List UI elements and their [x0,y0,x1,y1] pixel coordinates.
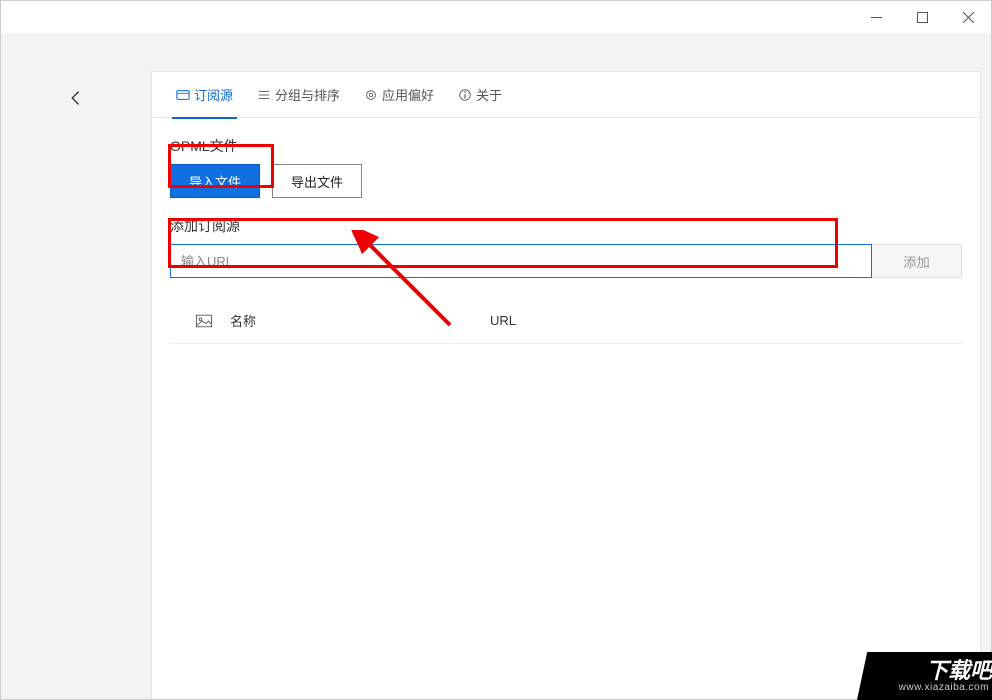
maximize-button[interactable] [899,1,945,33]
url-input[interactable] [170,244,872,278]
tab-label: 订阅源 [194,85,233,104]
tab-label: 关于 [476,85,502,104]
opml-button-row: 导入文件 导出文件 [170,164,962,198]
column-name: 名称 [230,311,490,330]
settings-panel: 订阅源 分组与排序 应用偏好 [151,71,981,699]
list-icon [257,88,271,102]
image-icon [170,314,230,328]
tab-grouping[interactable]: 分组与排序 [245,72,352,118]
watermark-url: www.xiazaiba.com [898,682,988,693]
opml-label: OPML文件 [170,136,962,156]
import-file-button[interactable]: 导入文件 [170,164,260,198]
watermark: 下载吧 www.xiazaiba.com [857,652,992,700]
tab-label: 分组与排序 [275,85,340,104]
info-icon [458,88,472,102]
tab-about[interactable]: 关于 [446,72,514,118]
tab-bar: 订阅源 分组与排序 应用偏好 [152,72,980,118]
back-column [1,71,151,699]
gear-icon [364,88,378,102]
tab-content: OPML文件 导入文件 导出文件 添加订阅源 添加 名称 URL [152,118,980,344]
tab-preferences[interactable]: 应用偏好 [352,72,446,118]
feed-table-header: 名称 URL [170,298,962,344]
body: 订阅源 分组与排序 应用偏好 [1,33,991,699]
minimize-button[interactable] [853,1,899,33]
add-feed-row: 添加 [170,244,962,278]
add-feed-button[interactable]: 添加 [872,244,962,278]
add-feed-label: 添加订阅源 [170,216,962,236]
titlebar [1,1,991,33]
feed-icon [176,88,190,102]
watermark-title: 下载吧 [926,660,992,682]
app-window: 订阅源 分组与排序 应用偏好 [0,0,992,700]
tab-label: 应用偏好 [382,85,434,104]
export-file-button[interactable]: 导出文件 [272,164,362,198]
back-button[interactable] [67,89,85,110]
tab-subscriptions[interactable]: 订阅源 [164,72,245,118]
close-button[interactable] [945,1,991,33]
column-url: URL [490,313,962,328]
